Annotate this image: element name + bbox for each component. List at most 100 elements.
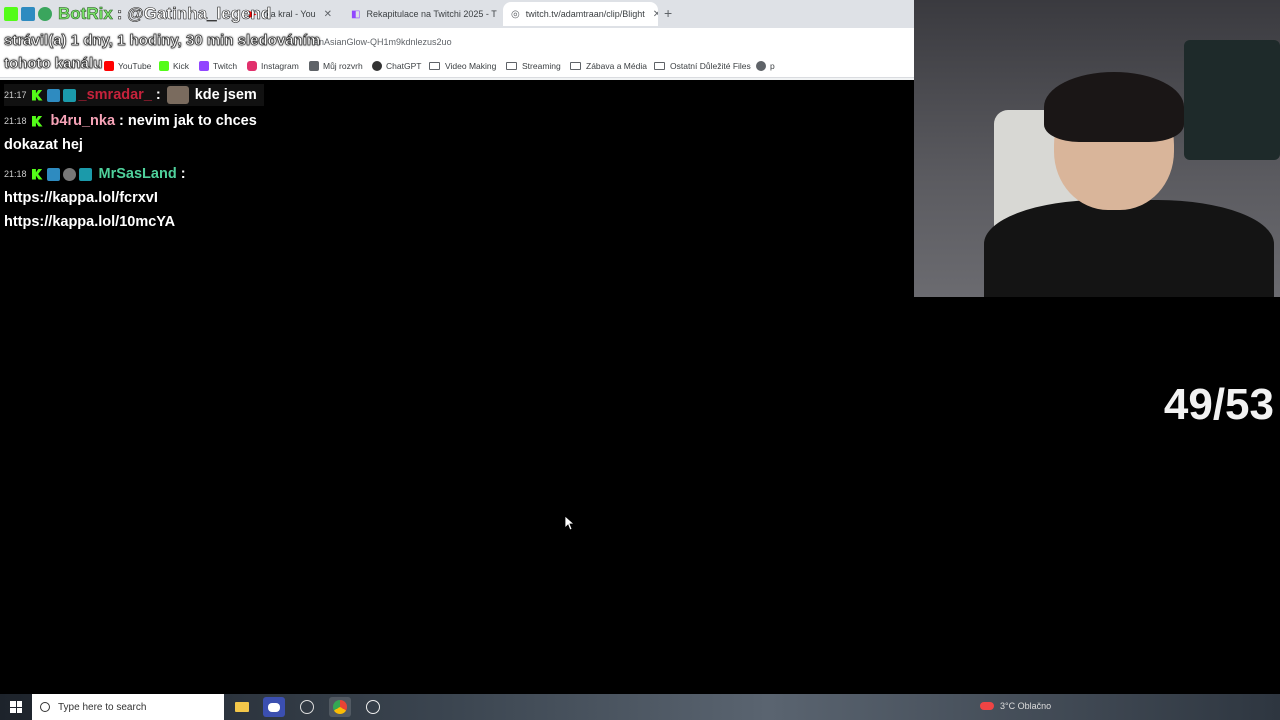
webcam-feed — [914, 0, 1280, 297]
youtube-icon — [104, 61, 114, 71]
webcam-person-hair — [1044, 72, 1184, 142]
chat-link[interactable]: https://kappa.lol/fcrxvI — [4, 190, 158, 206]
tab-label: twitch.tv/adamtraan/clip/Blight — [525, 9, 645, 19]
chat-username[interactable]: b4ru_nka — [51, 113, 115, 129]
url-text[interactable]: anAsianGlow-QH1m9kdnlezus2uo — [314, 37, 452, 47]
bookmark-label: Můj rozvrh — [323, 61, 363, 71]
obs-icon — [366, 700, 380, 714]
bookmarks-bar: YouTube Kick Twitch Instagram Můj rozvrh… — [0, 56, 914, 78]
taskbar-app[interactable] — [296, 697, 318, 717]
close-icon[interactable]: ✕ — [324, 9, 332, 20]
windows-icon — [10, 701, 22, 713]
globe-icon — [756, 61, 766, 71]
cloud-icon — [980, 702, 994, 710]
watchtime-text-cont: tohoto kanálu — [4, 55, 103, 73]
kick-badge-icon — [31, 168, 43, 180]
search-placeholder: Type here to search — [58, 701, 147, 713]
gift-badge-icon — [62, 167, 76, 181]
kick-badge-icon — [31, 89, 43, 101]
chat-message: 21:17 _smradar_ : kde jsem — [4, 84, 264, 106]
twitch-icon — [199, 61, 209, 71]
bookmark-label: YouTube — [118, 61, 152, 71]
bookmark-label: Ostatní Důležité Files — [670, 61, 751, 71]
progress-counter: 49/53 — [1163, 380, 1274, 429]
chat-text: kde jsem — [194, 87, 257, 103]
taskbar-obs[interactable] — [362, 697, 384, 717]
link-text[interactable]: https://kappa.lol/10mcYA — [4, 214, 175, 230]
app-icon — [300, 700, 314, 714]
kick-badge-icon — [31, 115, 43, 127]
chrome-icon — [333, 700, 347, 714]
folder-icon — [506, 62, 517, 70]
separator: : — [119, 113, 124, 129]
taskbar-file-explorer[interactable] — [231, 697, 253, 717]
search-icon — [40, 702, 50, 712]
chat-message-cont: dokazat hej — [4, 137, 83, 153]
moderator-badge-icon — [21, 7, 35, 21]
folder-icon — [654, 62, 665, 70]
twitch-icon: ◧ — [351, 8, 361, 20]
botrix-text: : @Gatinha_legend — [116, 4, 272, 24]
globe-icon: ◎ — [511, 8, 520, 20]
bookmark-label: Kick — [173, 61, 190, 71]
moderator-badge-icon — [46, 167, 60, 181]
chat-text: nevim jak to chces — [127, 113, 257, 129]
bookmark-label: Instagram — [261, 61, 299, 71]
folder-icon — [429, 62, 440, 70]
botrix-username: BotRix — [58, 4, 113, 24]
folder-icon — [235, 702, 249, 712]
bookmark-folder-streaming[interactable]: Streaming — [506, 61, 561, 71]
timestamp: 21:17 — [4, 90, 27, 100]
subscriber-badge-icon — [62, 88, 76, 102]
folder-icon — [570, 62, 581, 70]
bookmark-instagram[interactable]: Instagram — [247, 61, 299, 71]
chat-username[interactable]: MrSasLand — [99, 166, 177, 182]
bookmark-youtube[interactable]: YouTube — [104, 61, 151, 71]
windows-taskbar: Type here to search 3°C Oblačno — [0, 694, 1280, 720]
bookmark-folder-files[interactable]: Ostatní Důležité Files — [654, 61, 751, 71]
bookmark-label: Twitch — [213, 61, 238, 71]
subscriber-badge-icon — [78, 167, 92, 181]
tab-recap[interactable]: ◧ Rekapitulace na Twitchi 2025 - T ✕ — [343, 2, 501, 26]
taskbar-chrome[interactable] — [329, 697, 351, 717]
chat-message: 21:18 b4ru_nka : nevim jak to chces — [4, 113, 257, 129]
discord-icon — [268, 702, 280, 712]
chatgpt-icon — [372, 61, 382, 71]
bookmark-schedule[interactable]: Můj rozvrh — [309, 61, 363, 71]
webcam-person-body — [984, 200, 1274, 297]
verified-badge-icon — [38, 7, 52, 21]
link-text[interactable]: https://kappa.lol/fcrxvI — [4, 190, 158, 206]
bookmark-twitch[interactable]: Twitch — [199, 61, 237, 71]
kick-badge-icon — [4, 7, 18, 21]
weather-text: 3°C Oblačno — [1000, 701, 1052, 711]
bookmark-chatgpt[interactable]: ChatGPT — [372, 61, 421, 71]
chat-message: 21:18 MrSasLand : — [4, 166, 186, 182]
taskbar-discord[interactable] — [263, 697, 285, 717]
weather-widget[interactable]: 3°C Oblačno — [980, 701, 1051, 711]
start-button[interactable] — [0, 694, 32, 720]
emote-icon — [166, 86, 189, 104]
tab-twitch-clip[interactable]: ◎ twitch.tv/adamtraan/clip/Blight ✕ — [503, 2, 658, 26]
timestamp: 21:18 — [4, 169, 27, 179]
bookmark-kick[interactable]: Kick — [159, 61, 189, 71]
chat-username[interactable]: _smradar_ — [79, 87, 152, 103]
chat-text: dokazat hej — [4, 137, 83, 153]
bookmark-p[interactable]: p — [756, 61, 775, 71]
tab-label: Rekapitulace na Twitchi 2025 - T — [366, 9, 497, 19]
moderator-badge-icon — [46, 88, 60, 102]
webcam-shelf — [1184, 40, 1280, 160]
bookmark-label: Zábava a Média — [586, 61, 647, 71]
taskbar-search[interactable]: Type here to search — [32, 694, 224, 720]
bookmark-label: p — [770, 61, 775, 71]
new-tab-button[interactable]: + — [664, 5, 672, 21]
watchtime-text: strávil(a) 1 dny, 1 hodiny, 30 min sledo… — [4, 32, 321, 50]
bookmark-label: Streaming — [522, 61, 561, 71]
separator: : — [180, 166, 186, 182]
bookmark-folder-media[interactable]: Zábava a Média — [570, 61, 647, 71]
close-icon[interactable]: ✕ — [653, 9, 658, 20]
botrix-message: BotRix : @Gatinha_legend — [4, 4, 272, 24]
bookmark-folder-video[interactable]: Video Making — [429, 61, 496, 71]
timestamp: 21:18 — [4, 116, 27, 126]
kick-icon — [159, 61, 169, 71]
chat-link[interactable]: https://kappa.lol/10mcYA — [4, 214, 175, 230]
